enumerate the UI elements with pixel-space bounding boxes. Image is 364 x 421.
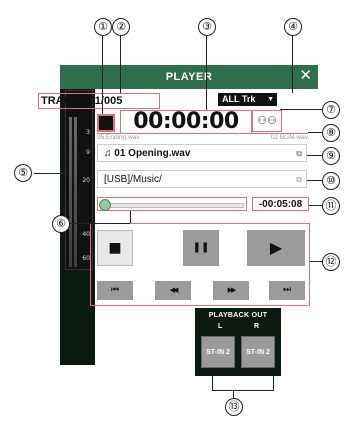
seek-track	[108, 203, 244, 208]
stop-button[interactable]: ■	[97, 230, 133, 266]
callout-2: ②	[112, 18, 130, 36]
meter-bar-right	[74, 117, 77, 267]
callout-leader	[310, 261, 322, 262]
chevron-down-icon: ▼	[267, 96, 274, 103]
skip-back-button[interactable]: ⏮	[97, 281, 133, 300]
file-name-field[interactable]: ♫ 01 Opening.wav ⧉	[97, 144, 307, 162]
next-file-name: 02 BGM.wav	[250, 133, 308, 141]
meter-tick: 60	[82, 255, 90, 262]
edit-icon: ⧉	[296, 175, 302, 184]
playback-out-right-label: R	[254, 323, 260, 330]
remaining-time: -00:05:08	[252, 197, 309, 211]
callout-leader	[212, 390, 274, 391]
callout-leader	[233, 390, 234, 398]
meter-tick: 20	[82, 177, 90, 184]
callout-leader	[309, 205, 322, 206]
play-mode-button[interactable]: ALL Trk ▼	[218, 93, 277, 106]
play-button[interactable]: ▶	[247, 230, 305, 266]
track-number: TRACK 001/005	[38, 93, 160, 109]
callout-11: ⑪	[322, 197, 340, 215]
meter-tick: 3	[86, 129, 90, 136]
folder-path-field[interactable]: [USB]/Music/ ⧉	[97, 170, 307, 188]
callout-leader	[120, 34, 121, 93]
callout-10: ⑩	[322, 172, 340, 190]
meter-tick: 40	[82, 231, 90, 238]
callout-leader	[130, 211, 131, 223]
close-icon[interactable]: ✕	[299, 65, 312, 87]
callout-leader	[307, 155, 322, 156]
transport-controls: ■ ❚❚ ▶ ⏮ ◀◀ ▶▶ ⏭	[90, 223, 310, 306]
meter-bar-left	[69, 117, 72, 267]
callout-leader	[307, 180, 322, 181]
callout-leader	[212, 376, 213, 390]
edit-icon: ⧉	[296, 149, 302, 158]
callout-13: ⑬	[225, 398, 243, 416]
callout-5: ⑤	[14, 164, 32, 182]
playback-out-right-button[interactable]: ST-IN 2	[241, 336, 275, 368]
seek-knob[interactable]	[99, 199, 111, 211]
callout-8: ⑧	[322, 124, 340, 142]
meter-tick: 9	[86, 149, 90, 156]
pause-button[interactable]: ❚❚	[183, 230, 219, 266]
playback-out-left-button[interactable]: ST-IN 2	[201, 336, 235, 368]
fast-forward-button[interactable]: ▶▶	[213, 281, 249, 300]
callout-leader	[34, 173, 67, 174]
callout-6: ⑥	[52, 215, 70, 233]
callout-leader	[102, 34, 103, 114]
callout-4: ④	[284, 18, 302, 36]
callout-leader	[273, 376, 274, 390]
callout-12: ⑫	[322, 253, 340, 271]
repeat-mode-icon: ⚇⚇	[252, 110, 282, 132]
callout-3: ③	[198, 18, 216, 36]
callout-7: ⑦	[322, 101, 340, 119]
elapsed-time: 00:00:00	[120, 110, 252, 134]
window-title: PLAYER	[60, 65, 318, 89]
rewind-button[interactable]: ◀◀	[155, 281, 191, 300]
transport-status-icon	[97, 114, 115, 132]
callout-leader	[292, 34, 293, 93]
folder-path: [USB]/Music/	[104, 174, 162, 185]
playback-out-panel: PLAYBACK OUT L R ST-IN 2 ST-IN 2	[195, 308, 281, 376]
playback-out-title: PLAYBACK OUT	[208, 312, 268, 319]
seek-bar[interactable]	[97, 197, 247, 211]
callout-leader	[308, 132, 322, 133]
play-mode-label: ALL Trk	[222, 94, 256, 104]
level-meter: 3 9 20 40 60	[65, 90, 93, 270]
callout-leader	[206, 34, 207, 110]
callout-leader	[280, 109, 322, 110]
callout-leader	[70, 223, 130, 224]
file-name: ♫ 01 Opening.wav	[104, 148, 191, 159]
playback-out-left-label: L	[218, 323, 223, 330]
skip-forward-button[interactable]: ⏭	[269, 281, 305, 300]
previous-file-name: 05 Ending.wav	[97, 133, 163, 141]
callout-1: ①	[94, 18, 112, 36]
callout-9: ⑨	[322, 147, 340, 165]
